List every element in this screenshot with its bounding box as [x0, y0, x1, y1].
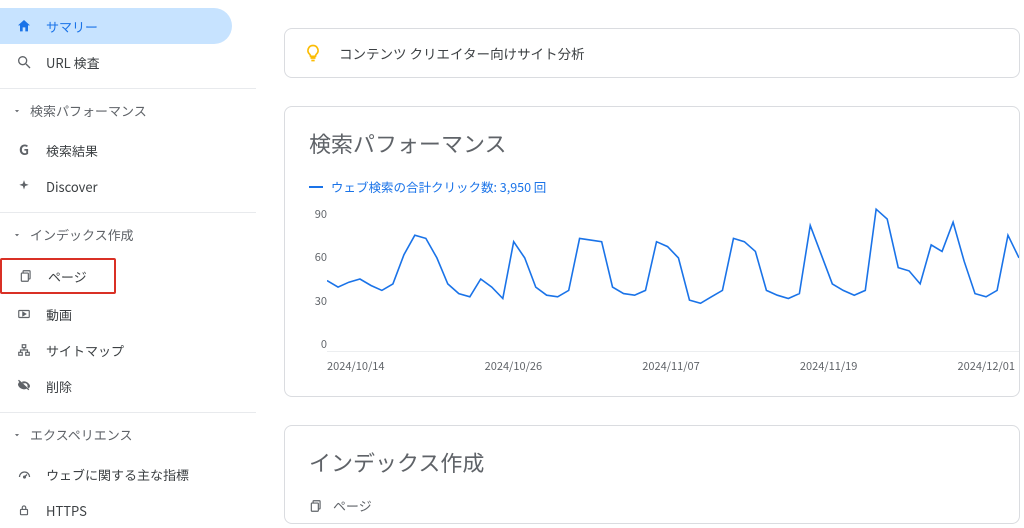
sidebar-item-summary[interactable]: サマリー — [0, 8, 232, 44]
sidebar-label: サイトマップ — [46, 341, 124, 360]
gauge-icon — [16, 466, 32, 482]
sitemap-icon — [16, 342, 32, 358]
visibility-off-icon — [16, 378, 32, 394]
section-header-indexing[interactable]: インデックス作成 — [0, 212, 256, 256]
search-icon — [16, 54, 32, 70]
performance-chart: 9060300 2024/10/142024/10/262024/11/0720… — [309, 206, 1019, 376]
sidebar-item-removals[interactable]: 削除 — [0, 368, 232, 404]
sidebar-label: 検索結果 — [46, 141, 98, 160]
sidebar: サマリー URL 検査 検索パフォーマンス G 検索結果 Discover イン… — [0, 0, 256, 517]
legend-swatch — [309, 186, 323, 188]
card-title: インデックス作成 — [309, 446, 1019, 478]
chart-legend: ウェブ検索の合計クリック数: 3,950 回 — [309, 177, 1019, 196]
section-title: エクスペリエンス — [30, 425, 132, 444]
sidebar-label: サマリー — [46, 17, 98, 36]
tip-card[interactable]: コンテンツ クリエイター向けサイト分析 — [284, 28, 1020, 78]
chart-plot-area — [327, 206, 1019, 352]
sidebar-label: ウェブに関する主な指標 — [46, 465, 189, 484]
chevron-down-icon — [12, 106, 24, 116]
sidebar-label: 動画 — [46, 305, 72, 324]
sidebar-item-core-web-vitals[interactable]: ウェブに関する主な指標 — [0, 456, 232, 492]
section-title: 検索パフォーマンス — [30, 101, 147, 120]
pages-icon — [18, 268, 34, 284]
sidebar-label: ページ — [48, 267, 87, 286]
sidebar-item-video[interactable]: 動画 — [0, 296, 232, 332]
chevron-down-icon — [12, 230, 24, 240]
sidebar-item-url-inspect[interactable]: URL 検査 — [0, 44, 232, 80]
video-icon — [16, 306, 32, 322]
discover-icon — [16, 178, 32, 194]
google-g-icon: G — [16, 142, 32, 158]
home-icon — [16, 18, 32, 34]
search-performance-card: 検索パフォーマンス ウェブ検索の合計クリック数: 3,950 回 9060300… — [284, 106, 1020, 397]
legend-label: ウェブ検索の合計クリック数: 3,950 回 — [331, 177, 546, 196]
sidebar-item-search-results[interactable]: G 検索結果 — [0, 132, 232, 168]
sidebar-label: Discover — [46, 177, 98, 196]
indexing-subhead: ページ — [309, 496, 1019, 515]
lightbulb-icon — [303, 43, 323, 63]
tip-text: コンテンツ クリエイター向けサイト分析 — [339, 43, 584, 63]
sidebar-label: 削除 — [46, 377, 72, 396]
chevron-down-icon — [12, 430, 24, 440]
indexing-subtitle: ページ — [333, 496, 372, 515]
sidebar-label: URL 検査 — [46, 53, 100, 72]
indexing-card: インデックス作成 ページ — [284, 425, 1020, 524]
sidebar-item-pages[interactable]: ページ — [0, 258, 116, 294]
section-header-experience[interactable]: エクスペリエンス — [0, 412, 256, 456]
sidebar-item-discover[interactable]: Discover — [0, 168, 232, 204]
section-title: インデックス作成 — [30, 225, 134, 244]
section-header-search-performance[interactable]: 検索パフォーマンス — [0, 88, 256, 132]
main-content: コンテンツ クリエイター向けサイト分析 検索パフォーマンス ウェブ検索の合計クリ… — [256, 0, 1024, 517]
pages-icon — [309, 499, 323, 513]
sidebar-item-https[interactable]: HTTPS — [0, 492, 232, 528]
sidebar-item-sitemaps[interactable]: サイトマップ — [0, 332, 232, 368]
lock-icon — [16, 502, 32, 518]
chart-x-axis: 2024/10/142024/10/262024/11/072024/11/19… — [327, 352, 1019, 374]
card-title: 検索パフォーマンス — [309, 127, 1019, 159]
chart-y-axis: 9060300 — [309, 206, 327, 352]
